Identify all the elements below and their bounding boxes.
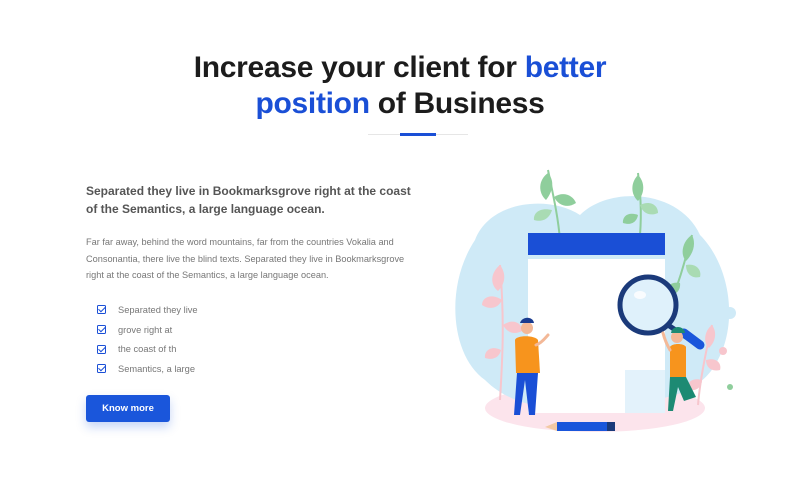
magnifier-document-illustration <box>455 169 736 432</box>
title-accent-1: better <box>524 51 607 84</box>
checkbox-check-icon <box>97 305 106 315</box>
decor-dot-shape <box>727 384 733 390</box>
checklist-item: the coast of th <box>97 339 198 359</box>
feature-checklist: Separated they live grove right at the c… <box>97 300 198 379</box>
checkbox-check-icon <box>97 364 106 374</box>
lead-paragraph: Separated they live in Bookmarksgrove ri… <box>86 184 411 216</box>
checklist-item: Separated they live <box>97 300 198 320</box>
checklist-item-label: grove right at <box>118 324 173 335</box>
title-text-1: Increase your client for <box>193 51 525 84</box>
checkbox-check-icon <box>97 325 106 335</box>
pencil-shape <box>545 422 615 431</box>
title-divider-accent <box>400 133 436 136</box>
page-title: Increase your client for better position… <box>0 50 800 122</box>
decor-dot-shape <box>724 307 736 319</box>
checklist-item-label: Separated they live <box>118 304 198 315</box>
body-paragraph: Far far away, behind the word mountains,… <box>86 237 405 280</box>
decor-dot-shape <box>719 347 727 355</box>
title-accent-2: position <box>255 87 370 120</box>
title-text-2: of Business <box>369 87 545 120</box>
checkbox-check-icon <box>97 344 106 354</box>
checklist-item-label: Semantics, a large <box>118 363 195 374</box>
checklist-item-label: the coast of th <box>118 344 177 355</box>
checklist-item: Semantics, a large <box>97 359 198 379</box>
know-more-button[interactable]: Know more <box>86 395 170 422</box>
checklist-item: grove right at <box>97 320 198 340</box>
